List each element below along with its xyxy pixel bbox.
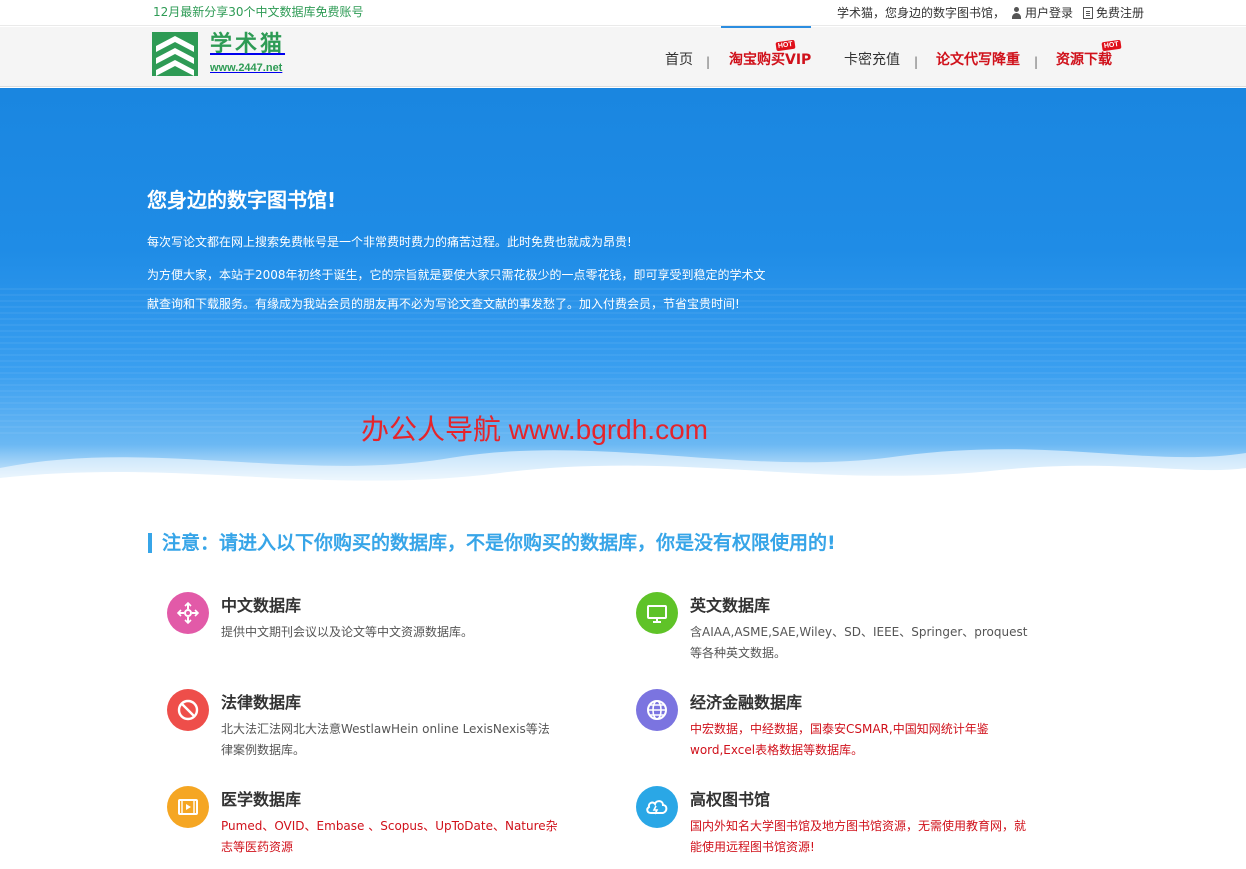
- hero-paragraph-2: 为方便大家，本站于2008年初终于诞生，它的宗旨就是要使大家只需花极少的一点零花…: [147, 268, 766, 311]
- ban-icon: [167, 689, 209, 731]
- document-icon: [1082, 6, 1093, 19]
- register-link[interactable]: 免费注册: [1082, 4, 1144, 21]
- card-description: 中宏数据，中经数据，国泰安CSMAR,中国知网统计年鉴word,Excel表格数…: [690, 722, 989, 757]
- hero-banner: 您身边的数字图书馆! 每次写论文都在网上搜索免费帐号是一个非常费时费力的痛苦过程…: [0, 88, 1246, 493]
- card-description: 含AIAA,ASME,SAE,Wiley、SD、IEEE、Springer、pr…: [690, 625, 1028, 660]
- card-title: 法律数据库: [221, 693, 302, 712]
- nav-active-indicator: [721, 26, 811, 28]
- card-title: 高权图书馆: [690, 790, 771, 809]
- logo-mark-icon: [152, 32, 198, 76]
- video-icon: [167, 786, 209, 828]
- hero-paragraph-1: 每次写论文都在网上搜索免费帐号是一个非常费时费力的痛苦过程。此时免费也就成为昂贵…: [147, 235, 632, 249]
- header: 学术猫 www.2447.net 首页 | 淘宝购买VIP HOT 卡密充值 |…: [0, 26, 1246, 87]
- login-link[interactable]: 用户登录: [1011, 4, 1073, 21]
- card-title: 中文数据库: [221, 596, 302, 615]
- card-title: 英文数据库: [690, 596, 771, 615]
- site-logo[interactable]: 学术猫 www.2447.net: [152, 32, 285, 76]
- nav-item-home[interactable]: 首页: [665, 49, 693, 69]
- register-label: 免费注册: [1095, 6, 1144, 20]
- user-icon: [1011, 6, 1022, 19]
- database-card-medical[interactable]: 医学数据库 Pumed、OVID、Embase 、Scopus、UpToDate…: [167, 786, 567, 856]
- logo-url: www.2447.net: [210, 62, 283, 74]
- database-card-law[interactable]: 法律数据库 北大法汇法网北大法意WestlawHein online Lexis…: [167, 689, 567, 759]
- notice-heading: 注意：请进入以下你购买的数据库，不是你购买的数据库，你是没有权限使用的!: [148, 533, 836, 553]
- hero-heading: 您身边的数字图书馆!: [147, 188, 337, 212]
- database-card-library[interactable]: 高权图书馆 国内外知名大学图书馆及地方图书馆资源，无需使用教育网，就能使用远程图…: [636, 786, 1036, 856]
- nav-item-recharge[interactable]: 卡密充值: [844, 49, 900, 69]
- logo-title: 学术猫: [210, 32, 286, 57]
- monitor-icon: [636, 592, 678, 634]
- site-tagline: 学术猫，您身边的数字图书馆，: [836, 6, 1005, 20]
- nav-separator: |: [706, 55, 711, 69]
- nav-item-taobao-vip[interactable]: 淘宝购买VIP: [729, 49, 811, 69]
- network-icon: [167, 592, 209, 634]
- nav-separator: |: [914, 55, 919, 69]
- nav-item-download[interactable]: 资源下载: [1056, 49, 1112, 69]
- database-card-english[interactable]: 英文数据库 含AIAA,ASME,SAE,Wiley、SD、IEEE、Sprin…: [636, 592, 1036, 662]
- globe-icon: [636, 689, 678, 731]
- database-card-chinese[interactable]: 中文数据库 提供中文期刊会议以及论文等中文资源数据库。: [167, 592, 567, 652]
- nav-item-thesis[interactable]: 论文代写降重: [936, 49, 1020, 69]
- wave-decoration: [0, 449, 1246, 493]
- top-notice-link[interactable]: 12月最新分享30个中文数据库免费账号: [153, 3, 364, 20]
- card-description: 提供中文期刊会议以及论文等中文资源数据库。: [221, 625, 474, 639]
- hot-badge: HOT: [1101, 39, 1122, 52]
- top-bar: 12月最新分享30个中文数据库免费账号 学术猫，您身边的数字图书馆， 用户登录 …: [0, 0, 1246, 26]
- card-description: 国内外知名大学图书馆及地方图书馆资源，无需使用教育网，就能使用远程图书馆资源!: [690, 819, 1027, 854]
- top-bar-right: 学术猫，您身边的数字图书馆， 用户登录 免费注册: [837, 4, 1144, 21]
- card-title: 医学数据库: [221, 790, 302, 809]
- card-title: 经济金融数据库: [690, 693, 803, 712]
- login-label: 用户登录: [1024, 6, 1073, 20]
- database-card-finance[interactable]: 经济金融数据库 中宏数据，中经数据，国泰安CSMAR,中国知网统计年鉴word,…: [636, 689, 1036, 759]
- cloud-icon: [636, 786, 678, 828]
- card-description: 北大法汇法网北大法意WestlawHein online LexisNexis等…: [221, 722, 550, 757]
- nav-separator: |: [1034, 55, 1039, 69]
- card-description: Pumed、OVID、Embase 、Scopus、UpToDate、Natur…: [221, 819, 558, 854]
